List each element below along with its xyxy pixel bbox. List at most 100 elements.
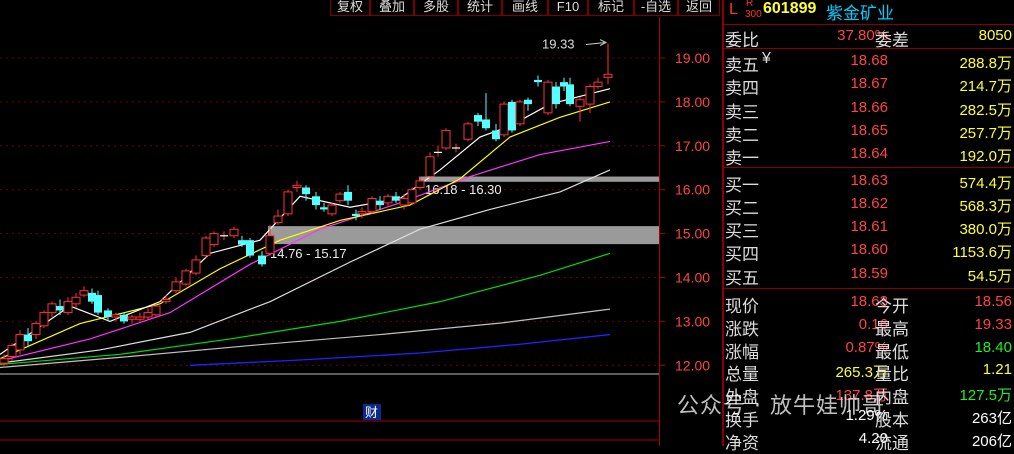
- candle-up: [127, 316, 137, 320]
- price-tick-label: 15.00: [675, 226, 710, 242]
- candle-up: [79, 290, 89, 296]
- quote-row: 总量 265.3万 量比 1.21: [722, 359, 1014, 385]
- candle-up: [499, 103, 509, 136]
- toolbar-button-8[interactable]: 返回: [678, 0, 720, 16]
- quote-label: 净资: [725, 433, 759, 454]
- candle-up: [463, 123, 473, 140]
- stock-header: L R 300 601899 紫金矿业: [722, 0, 1014, 24]
- buy-level-3: 买三 18.61 380.0万: [722, 216, 1014, 242]
- candle-up: [7, 345, 17, 358]
- quote-label: 流通: [875, 433, 909, 454]
- candle-up: [143, 312, 153, 318]
- kline-chart[interactable]: 19.00 18.00 17.00 16.00 15.00 14.00 13.00 12.00…: [0, 17, 720, 446]
- price-tick-label: 14.00: [675, 270, 710, 286]
- sell-level-2: 卖四 18.67 214.7万: [722, 73, 1014, 100]
- candle-up: [399, 197, 409, 206]
- candle-up: [335, 193, 345, 202]
- buy-level-price: 18.63: [850, 171, 888, 189]
- quote-row: 涨跌 0.16 最高 19.33: [722, 314, 1014, 340]
- candle-down: [238, 240, 246, 245]
- candle-up: [283, 191, 293, 215]
- toolbar-button-6[interactable]: 标记: [588, 0, 634, 16]
- candle-up: [415, 180, 425, 189]
- quote-panel: L R 300 601899 紫金矿业 委比 37.80% 委差 8050 卖五…: [722, 0, 1014, 454]
- buy-level-volume: 574.4万: [959, 174, 1012, 192]
- sell-level-label: 卖四: [725, 79, 759, 100]
- candle-up: [593, 81, 603, 88]
- sell-level-price: 18.68: [850, 52, 888, 69]
- price-tick-label: 13.00: [675, 313, 710, 329]
- candle-up: [575, 99, 585, 107]
- stock-code: 601899: [763, 0, 817, 17]
- buy-level-1: 买一 18.63 574.4万: [722, 170, 1014, 196]
- high-price-label: 19.33: [542, 37, 575, 52]
- candle-down: [534, 79, 542, 83]
- currency-marker: ¥: [762, 50, 771, 67]
- candle-up: [367, 197, 377, 213]
- candle-down: [120, 314, 128, 322]
- candle-up: [135, 316, 145, 320]
- quote-value: 18.40: [974, 338, 1012, 356]
- toolbar-button-4[interactable]: 画线: [502, 0, 548, 16]
- candle-down: [482, 119, 490, 129]
- candle-up: [229, 228, 239, 237]
- r-mark: R: [746, 0, 754, 9]
- candle-up: [273, 215, 283, 224]
- candle-down: [24, 334, 32, 342]
- candle-up: [71, 296, 81, 305]
- toolbar-button-5[interactable]: F10: [548, 0, 588, 16]
- buy-level-volume: 568.3万: [959, 197, 1012, 215]
- toolbar-button-3[interactable]: 统计: [458, 0, 502, 16]
- price-tick-label: 19.00: [675, 50, 710, 66]
- candle-up: [0, 358, 9, 364]
- buy-level-5: 买五 18.59 54.5万: [722, 263, 1014, 289]
- sell-level-label: 卖二: [725, 125, 759, 146]
- candle-up: [63, 301, 73, 314]
- price-tick-label: 17.00: [675, 138, 710, 154]
- candle-up: [515, 101, 525, 125]
- candle-down: [524, 99, 532, 105]
- stock-name: 紫金矿业: [826, 4, 894, 24]
- candle-up: [407, 189, 417, 204]
- toolbar-button-2[interactable]: 多股: [414, 0, 458, 16]
- price-tick-label: 12.00: [675, 357, 710, 373]
- candle-down: [320, 207, 328, 210]
- candle-down: [246, 240, 254, 256]
- sell-level-5: 卖一 18.64 192.0万: [722, 143, 1014, 169]
- candle-up: [585, 86, 595, 105]
- buy-level-2: 买二 18.62 568.3万: [722, 193, 1014, 219]
- finance-marker-label: 财: [365, 406, 378, 421]
- quote-row: 涨幅 0.87% 最低 18.40: [722, 337, 1014, 363]
- weicha-value: 8050: [978, 27, 1012, 44]
- buy-level-label: 买二: [725, 198, 759, 219]
- buy-level-label: 买五: [725, 268, 759, 289]
- price-tick-label: 16.00: [675, 182, 710, 198]
- sell-level-label: 卖五: [725, 56, 759, 76]
- candle-down: [56, 306, 64, 311]
- buy-level-price: 18.59: [850, 264, 888, 282]
- candle-up: [171, 281, 181, 292]
- toolbar-button-0[interactable]: 复权: [330, 0, 370, 16]
- candle-down: [312, 196, 320, 206]
- toolbar-button-1[interactable]: 叠加: [370, 0, 414, 16]
- candle-down: [474, 115, 482, 122]
- sell-level-price: 18.67: [850, 75, 888, 93]
- quote-value: 127.5万: [959, 387, 1012, 405]
- candle-up: [327, 204, 337, 215]
- index-code: 300: [745, 9, 762, 20]
- candle-up: [357, 211, 367, 215]
- sell-level-label: 卖三: [725, 102, 759, 123]
- quote-value: 1.21: [982, 361, 1012, 379]
- candle-up: [265, 235, 275, 254]
- chart-toolbar: 复权 叠加 多股 统计 画线 F10 标记 -自选 返回: [0, 0, 720, 17]
- buy-level-label: 买一: [725, 175, 759, 196]
- candle-down: [104, 310, 112, 318]
- buy-level-label: 买四: [725, 245, 759, 266]
- candle-down: [258, 255, 266, 265]
- candle-down: [392, 196, 400, 201]
- toolbar-button-7[interactable]: -自选: [634, 0, 678, 16]
- sell-level-price: 18.64: [850, 145, 888, 163]
- candle-up: [111, 314, 121, 318]
- weibi-row: 委比 37.80% 委差 8050: [722, 25, 1014, 51]
- quote-value: 263亿: [971, 410, 1012, 427]
